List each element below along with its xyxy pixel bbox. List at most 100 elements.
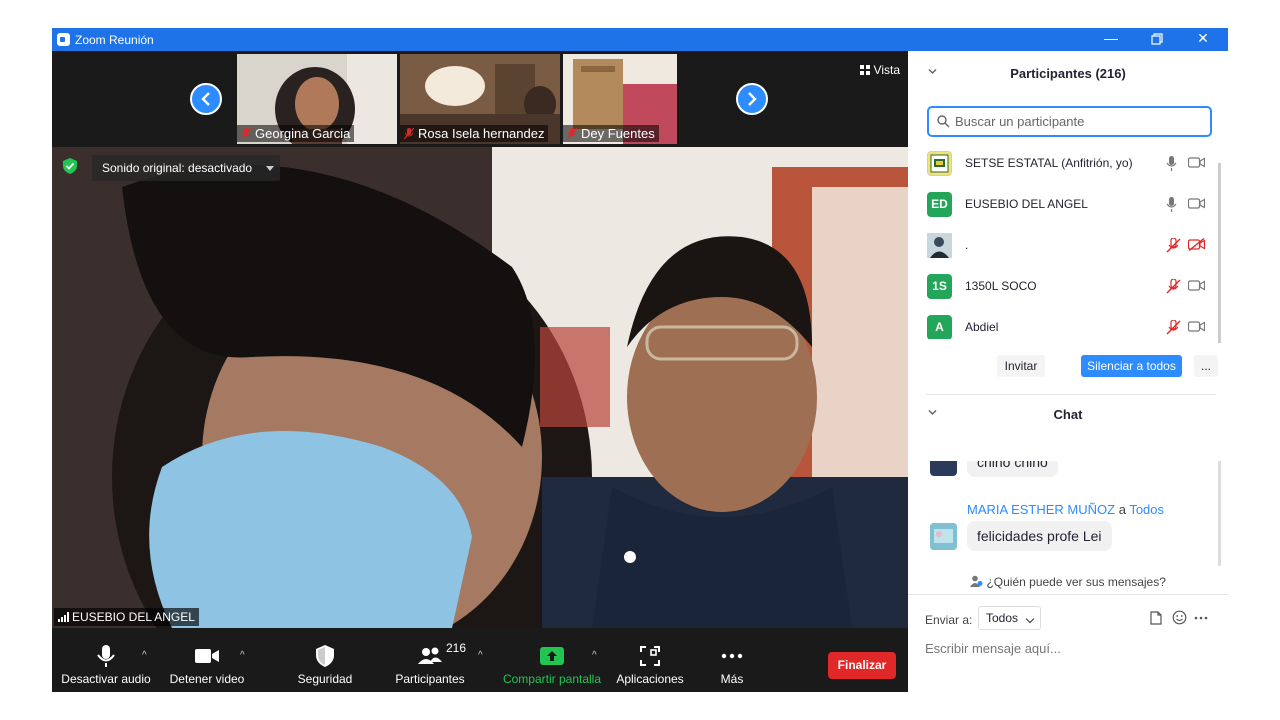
signal-strength-icon: [58, 612, 69, 622]
video-icon: [1188, 157, 1205, 168]
chevron-down-icon: [928, 409, 937, 416]
mute-all-button[interactable]: Silenciar a todos: [1081, 355, 1182, 377]
video-feed: [52, 147, 908, 628]
video-camera-icon: [195, 649, 219, 663]
video-icon: [1188, 280, 1205, 291]
file-icon[interactable]: [1150, 611, 1162, 625]
send-to-select[interactable]: Todos: [978, 606, 1042, 630]
mic-muted-icon: [1166, 238, 1181, 253]
collapse-participants-chevron[interactable]: [928, 55, 937, 93]
chevron-down-icon: [928, 68, 937, 75]
participants-button[interactable]: 216 Participantes: [390, 628, 470, 692]
next-page-button[interactable]: [736, 83, 768, 115]
minimize-button[interactable]: —: [1088, 28, 1134, 51]
participant-row[interactable]: A Abdiel: [908, 307, 1228, 339]
avatar: ED: [927, 192, 952, 217]
participants-count: 216: [446, 641, 467, 655]
video-options-caret[interactable]: ^: [240, 650, 245, 661]
collapse-chat-chevron[interactable]: [928, 396, 937, 434]
chat-sender-line: MARIA ESTHER MUÑOZ a Todos: [967, 502, 1164, 517]
participant-name: 1350L SOCO: [965, 279, 1037, 293]
send-to-label: Enviar a:: [925, 613, 973, 627]
share-options-caret[interactable]: ^: [592, 650, 597, 661]
participant-thumbnail[interactable]: Georgina Garcia: [237, 54, 397, 144]
participants-options-caret[interactable]: ^: [478, 650, 483, 661]
participant-name: Dey Fuentes: [563, 125, 659, 142]
security-button[interactable]: Seguridad: [288, 628, 362, 692]
share-screen-label: Compartir pantalla: [502, 672, 602, 686]
participants-more-button[interactable]: ...: [1194, 355, 1218, 377]
invite-button[interactable]: Invitar: [997, 355, 1045, 377]
participant-list: SETSE ESTATAL (Anfitrión, yo) ED EUSEBIO…: [908, 143, 1228, 339]
send-to-value: Todos: [986, 611, 1019, 625]
more-label: Más: [720, 672, 744, 686]
stop-video-button[interactable]: Detener video: [162, 628, 252, 692]
who-can-see-label: ¿Quién puede ver sus mensajes?: [986, 575, 1166, 589]
view-button[interactable]: Vista: [860, 63, 900, 77]
stop-video-label: Detener video: [169, 672, 245, 686]
participant-thumbnail[interactable]: Dey Fuentes: [563, 54, 677, 144]
chat-message: chino chino: [967, 461, 1058, 477]
participant-name: Georgina Garcia: [237, 125, 355, 142]
original-sound-toggle[interactable]: Sonido original: desactivado: [92, 155, 281, 181]
apps-button[interactable]: Aplicaciones: [612, 628, 688, 692]
apps-label: Aplicaciones: [616, 672, 684, 686]
chevron-right-icon: [748, 92, 757, 106]
restore-button[interactable]: [1134, 28, 1180, 51]
chat-recipient[interactable]: Todos: [1129, 502, 1164, 517]
participant-name: Abdiel: [965, 320, 999, 334]
active-speaker-video[interactable]: Sonido original: desactivado EUSEBIO DEL…: [52, 147, 908, 628]
participants-title: Participantes (216): [1010, 66, 1126, 81]
chat-sender[interactable]: MARIA ESTHER MUÑOZ: [967, 502, 1115, 517]
who-can-see-link[interactable]: ¿Quién puede ver sus mensajes?: [908, 575, 1228, 589]
emoji-icon[interactable]: [1172, 610, 1187, 625]
zoom-window: Zoom Reunión — ✕ Georgina Garcia Rosa Is…: [52, 28, 1228, 692]
audio-options-caret[interactable]: ^: [142, 650, 147, 661]
more-button[interactable]: Más: [706, 628, 758, 692]
participant-thumbnail[interactable]: Rosa Isela hernandez: [400, 54, 560, 144]
participants-header: Participantes (216): [908, 55, 1228, 91]
chat-title: Chat: [1053, 407, 1083, 422]
grid-view-icon: [860, 65, 871, 75]
chat-joiner: a: [1118, 502, 1126, 517]
participant-row[interactable]: SETSE ESTATAL (Anfitrión, yo): [908, 143, 1228, 184]
participant-search-input[interactable]: Buscar un participante: [927, 106, 1212, 137]
participant-row[interactable]: .: [908, 225, 1228, 266]
photo-avatar-icon: [930, 523, 957, 550]
mute-audio-button[interactable]: Desactivar audio: [58, 628, 154, 692]
encryption-shield-icon[interactable]: [62, 158, 78, 174]
original-sound-label: Sonido original: desactivado: [102, 161, 253, 175]
participants-label: Participantes: [395, 672, 465, 686]
search-placeholder: Buscar un participante: [955, 114, 1085, 129]
side-panel: Participantes (216) Buscar un participan…: [908, 51, 1228, 692]
mute-audio-label: Desactivar audio: [61, 672, 151, 686]
more-dots-icon: [721, 653, 743, 659]
more-dots-icon[interactable]: [1194, 616, 1208, 620]
security-label: Seguridad: [297, 672, 353, 686]
restore-icon: [1151, 33, 1163, 45]
participants-icon: [418, 647, 442, 664]
video-area: Georgina Garcia Rosa Isela hernandez Dey…: [52, 51, 908, 692]
speaker-name-tag: EUSEBIO DEL ANGEL: [54, 608, 199, 626]
mic-icon: [1166, 197, 1177, 212]
search-icon: [937, 115, 950, 128]
prev-page-button[interactable]: [190, 83, 222, 115]
close-window-button[interactable]: ✕: [1180, 28, 1226, 51]
participant-row[interactable]: 1S 1350L SOCO: [908, 266, 1228, 307]
view-label: Vista: [873, 63, 900, 77]
share-screen-button[interactable]: Compartir pantalla: [500, 628, 604, 692]
chat-messages: chino chino MARIA ESTHER MUÑOZ a Todos f…: [908, 461, 1228, 571]
mic-icon: [1166, 156, 1177, 171]
window-title: Zoom Reunión: [75, 33, 154, 47]
shield-icon: [316, 645, 334, 667]
chat-scrollbar[interactable]: [1218, 461, 1221, 566]
speaker-name: EUSEBIO DEL ANGEL: [72, 610, 195, 624]
participants-scrollbar[interactable]: [1218, 163, 1221, 343]
participant-row[interactable]: ED EUSEBIO DEL ANGEL: [908, 184, 1228, 225]
chat-input-placeholder: Escribir mensaje aquí...: [925, 641, 1061, 656]
microphone-icon: [97, 645, 115, 667]
chat-message-input[interactable]: Escribir mensaje aquí...: [925, 641, 1061, 656]
end-meeting-button[interactable]: Finalizar: [828, 652, 896, 679]
school-logo-icon: [930, 154, 949, 173]
person-eye-icon: [970, 575, 983, 587]
